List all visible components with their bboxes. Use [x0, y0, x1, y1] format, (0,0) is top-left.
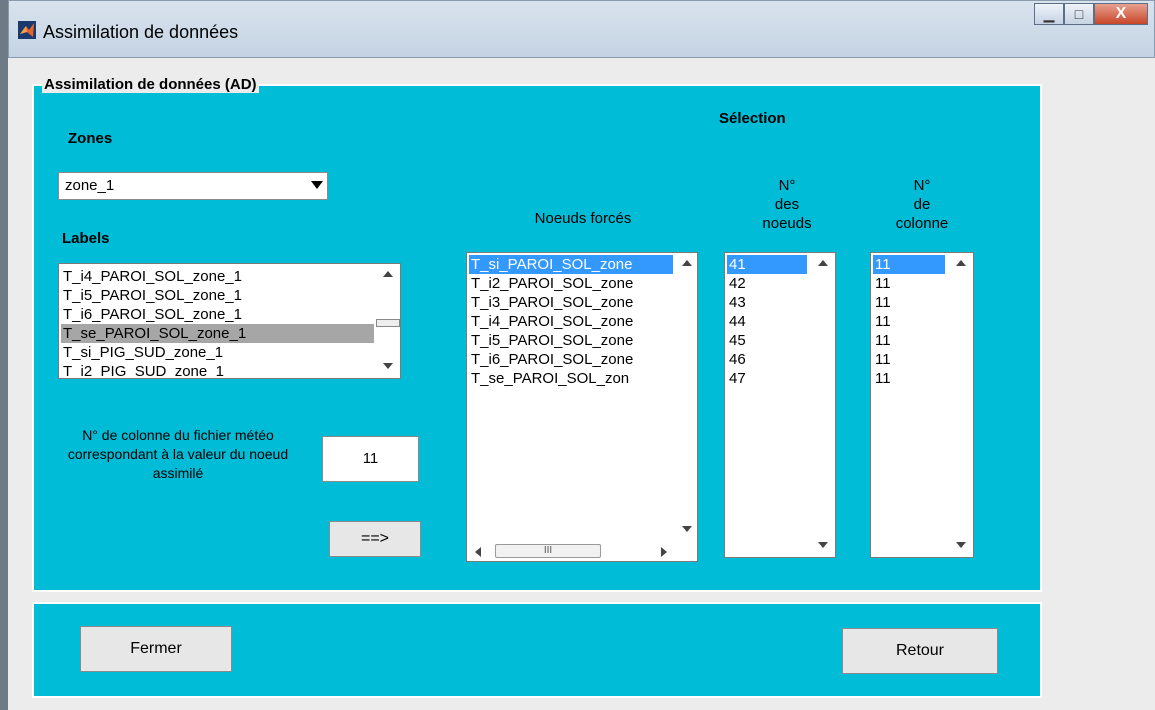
column-prompt-text: N° de colonne du fichier météo correspon… — [67, 427, 289, 481]
column-numbers-listbox[interactable]: 11 11 11 11 11 11 11 — [870, 252, 974, 558]
list-item[interactable]: 11 — [873, 350, 945, 369]
scroll-up-icon[interactable] — [956, 260, 966, 266]
list-item-selected[interactable]: T_si_PAROI_SOL_zone — [469, 255, 673, 274]
add-selection-button[interactable]: ==> — [329, 521, 421, 557]
scroll-left-icon[interactable] — [475, 547, 481, 557]
close-window-button[interactable]: X — [1094, 3, 1148, 25]
zones-label: Zones — [68, 130, 113, 147]
window-controls: ▁ □ X — [1034, 3, 1148, 25]
node-numbers-label: N° des noeuds — [762, 177, 812, 232]
scroll-up-icon[interactable] — [682, 260, 692, 266]
scroll-down-icon[interactable] — [682, 526, 692, 532]
close-icon: X — [1115, 5, 1127, 22]
list-item[interactable]: 42 — [727, 274, 807, 293]
labels-scrollbar[interactable] — [375, 264, 400, 378]
matlab-icon — [18, 21, 36, 39]
list-item[interactable]: 47 — [727, 369, 807, 388]
forced-nodes-listbox[interactable]: T_si_PAROI_SOL_zone T_i2_PAROI_SOL_zone … — [466, 252, 698, 562]
scroll-down-icon[interactable] — [383, 363, 393, 369]
list-item[interactable]: 11 — [873, 331, 945, 350]
list-item[interactable]: 11 — [873, 274, 945, 293]
list-item[interactable]: T_i4_PAROI_SOL_zone_1 — [61, 267, 374, 286]
forced-nodes-hscrollbar[interactable]: III — [467, 541, 675, 561]
maximize-button[interactable]: □ — [1064, 3, 1094, 25]
minimize-icon: ▁ — [1043, 5, 1055, 22]
scroll-down-icon[interactable] — [956, 542, 966, 548]
list-item[interactable]: 11 — [873, 312, 945, 331]
node-numbers-listbox[interactable]: 41 42 43 44 45 46 47 — [724, 252, 836, 558]
list-item[interactable]: 45 — [727, 331, 807, 350]
list-item[interactable]: T_i5_PAROI_SOL_zone — [469, 331, 673, 350]
node-numbers-scrollbar[interactable] — [810, 253, 835, 557]
scroll-up-icon[interactable] — [818, 260, 828, 266]
back-button[interactable]: Retour — [842, 628, 998, 674]
scroll-thumb[interactable]: III — [495, 544, 601, 558]
scroll-right-icon[interactable] — [661, 547, 667, 557]
scroll-up-icon[interactable] — [383, 271, 393, 277]
labels-listbox[interactable]: T_i4_PAROI_SOL_zone_1 T_i5_PAROI_SOL_zon… — [58, 263, 401, 379]
list-item[interactable]: 44 — [727, 312, 807, 331]
maximize-icon: □ — [1074, 6, 1084, 22]
list-item[interactable]: T_i2_PAROI_SOL_zone — [469, 274, 673, 293]
title-bar[interactable]: Assimilation de données ▁ □ X — [8, 0, 1155, 58]
scroll-thumb[interactable] — [376, 319, 400, 327]
column-numbers-label: N° de colonne — [895, 177, 949, 232]
list-item[interactable]: T_i6_PAROI_SOL_zone_1 — [61, 305, 374, 324]
list-item[interactable]: 11 — [873, 293, 945, 312]
list-item[interactable]: T_si_PIG_SUD_zone_1 — [61, 343, 374, 362]
list-item-selected[interactable]: 11 — [873, 255, 945, 274]
minimize-button[interactable]: ▁ — [1034, 3, 1064, 25]
panel-title: Assimilation de données (AD) — [42, 76, 259, 93]
list-item[interactable]: T_i5_PAROI_SOL_zone_1 — [61, 286, 374, 305]
list-item[interactable]: 11 — [873, 369, 945, 388]
window-title: Assimilation de données — [43, 22, 239, 42]
list-item[interactable]: T_i2_PIG_SUD_zone_1 — [61, 362, 374, 378]
zones-dropdown[interactable]: zone_1 — [58, 172, 328, 200]
forced-nodes-vscrollbar[interactable] — [676, 253, 697, 541]
labels-label: Labels — [62, 230, 110, 247]
window-left-edge — [0, 0, 8, 710]
selection-heading: Sélection — [719, 110, 786, 127]
column-numbers-scrollbar[interactable] — [948, 253, 973, 557]
list-item[interactable]: T_i6_PAROI_SOL_zone — [469, 350, 673, 369]
list-item[interactable]: 46 — [727, 350, 807, 369]
list-item-selected[interactable]: T_se_PAROI_SOL_zone_1 — [61, 324, 374, 343]
list-item[interactable]: T_i4_PAROI_SOL_zone — [469, 312, 673, 331]
scroll-down-icon[interactable] — [818, 542, 828, 548]
column-number-input[interactable]: 11 — [322, 436, 419, 482]
list-item[interactable]: 43 — [727, 293, 807, 312]
forced-nodes-label: Noeuds forcés — [534, 210, 632, 227]
list-item[interactable]: T_se_PAROI_SOL_zon — [469, 369, 673, 388]
zones-selected-value: zone_1 — [65, 177, 115, 194]
close-button[interactable]: Fermer — [80, 626, 232, 672]
list-item-selected[interactable]: 41 — [727, 255, 807, 274]
list-item[interactable]: T_i3_PAROI_SOL_zone — [469, 293, 673, 312]
chevron-down-icon[interactable] — [311, 181, 323, 189]
